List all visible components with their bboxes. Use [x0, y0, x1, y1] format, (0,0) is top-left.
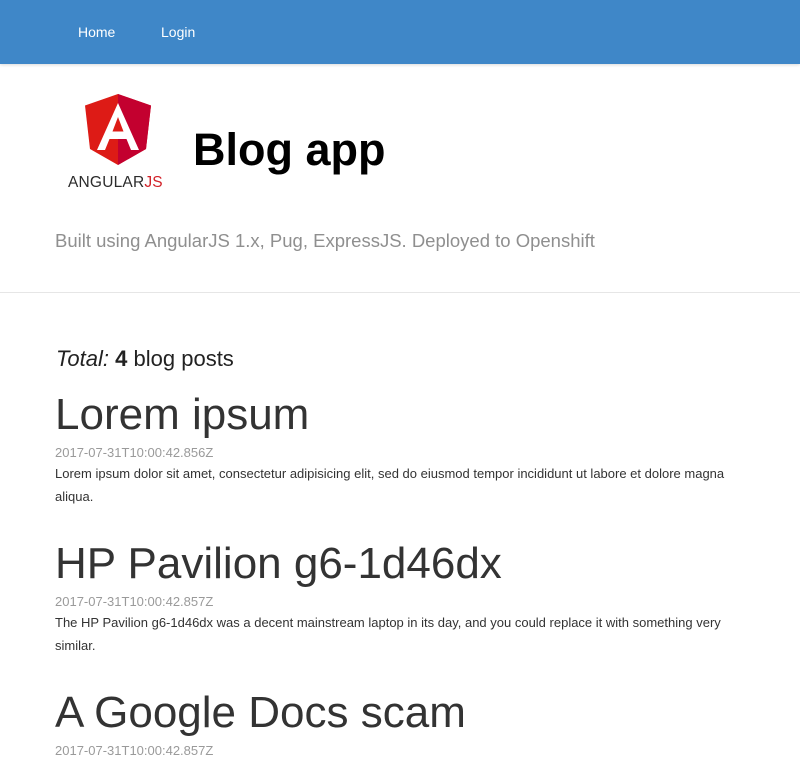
- post-date: 2017-07-31T10:00:42.856Z: [55, 445, 214, 460]
- wordmark-accent: JS: [144, 174, 163, 191]
- site-title: Blog app: [193, 124, 386, 175]
- post-body: Lorem ipsum dolor sit amet, consectetur …: [55, 466, 725, 504]
- post-title: HP Pavilion g6-1d46dx: [55, 539, 502, 588]
- blog-post: Lorem ipsum 2017-07-31T10:00:42.856Z Lor…: [55, 390, 755, 508]
- posts-total: Total: 4 blog posts: [56, 345, 234, 373]
- hero-header: ANGULARJS Blog app Built using AngularJS…: [0, 64, 800, 293]
- post-title: A Google Docs scam: [55, 688, 466, 737]
- post-title: Lorem ipsum: [55, 390, 310, 439]
- total-suffix: blog posts: [133, 346, 234, 371]
- angularjs-wordmark: ANGULARJS: [68, 174, 163, 192]
- total-count: 4: [115, 346, 128, 371]
- post-body: The HP Pavilion g6-1d46dx was a decent m…: [55, 615, 721, 653]
- angularjs-logo: ANGULARJS: [62, 94, 178, 198]
- angularjs-shield-icon: [85, 94, 151, 165]
- total-label: Total:: [56, 346, 110, 371]
- blog-post: A Google Docs scam 2017-07-31T10:00:42.8…: [55, 688, 755, 759]
- top-navbar: Home Login: [0, 0, 800, 64]
- post-date: 2017-07-31T10:00:42.857Z: [55, 743, 214, 758]
- post-date: 2017-07-31T10:00:42.857Z: [55, 594, 214, 609]
- blog-post: HP Pavilion g6-1d46dx 2017-07-31T10:00:4…: [55, 539, 755, 657]
- wordmark-main: ANGULAR: [68, 174, 145, 191]
- site-tagline: Built using AngularJS 1.x, Pug, ExpressJ…: [55, 230, 595, 251]
- nav-login-link[interactable]: Login: [161, 0, 195, 64]
- nav-home-link[interactable]: Home: [78, 0, 115, 64]
